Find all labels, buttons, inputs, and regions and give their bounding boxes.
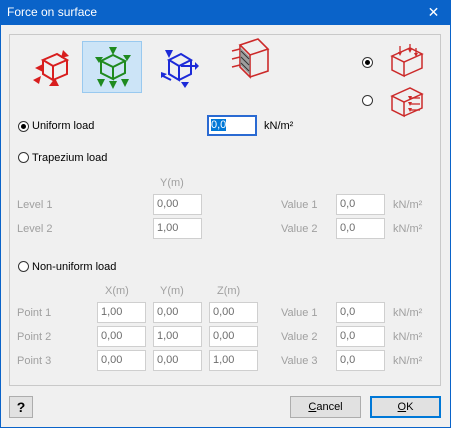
point-2-z-input[interactable]: 0,00	[209, 326, 258, 347]
point-1-x-input[interactable]: 1,00	[97, 302, 146, 323]
point-2-unit: kN/m²	[393, 331, 423, 343]
load-type-green-button[interactable]	[82, 41, 142, 93]
trapezium-y-header: Y(m)	[160, 177, 184, 189]
point-2-value-input[interactable]: 0,0	[336, 326, 385, 347]
point-3-y-input[interactable]: 0,00	[153, 350, 202, 371]
title-bar: Force on surface ✕	[0, 0, 451, 25]
level-2-value-input[interactable]: 0,0	[336, 218, 385, 239]
x-header: X(m)	[105, 285, 129, 297]
y-header: Y(m)	[160, 285, 184, 297]
point-1-unit: kN/m²	[393, 307, 423, 319]
point-1-value-input[interactable]: 0,0	[336, 302, 385, 323]
non-uniform-load-label: Non-uniform load	[32, 261, 117, 273]
red-force-cube-icon	[33, 50, 70, 86]
point-3-value-label: Value 3	[281, 355, 318, 367]
surface-load-top-icon	[390, 44, 424, 78]
point-3-unit: kN/m²	[393, 355, 423, 367]
uniform-load-label: Uniform load	[32, 120, 95, 132]
point-3-z-input[interactable]: 1,00	[209, 350, 258, 371]
surface-load-side-icon	[390, 87, 424, 118]
point-3-value-input[interactable]: 0,0	[336, 350, 385, 371]
trapezium-load-radio[interactable]	[18, 152, 29, 163]
non-uniform-load-radio[interactable]	[18, 261, 29, 272]
uniform-load-radio[interactable]	[18, 121, 29, 132]
load-type-red-button[interactable]	[23, 41, 83, 93]
point-2-x-input[interactable]: 0,00	[97, 326, 146, 347]
point-2-value-label: Value 2	[281, 331, 318, 343]
level-2-label: Level 2	[17, 223, 53, 235]
point-1-label: Point 1	[17, 307, 52, 319]
point-1-value-label: Value 1	[281, 307, 318, 319]
help-button[interactable]: ?	[9, 396, 33, 418]
level-1-label: Level 1	[17, 199, 53, 211]
point-3-x-input[interactable]: 0,00	[97, 350, 146, 371]
ok-button[interactable]: OK	[370, 396, 441, 418]
level-1-value-input[interactable]: 0,0	[336, 194, 385, 215]
level-2-unit: kN/m²	[393, 223, 423, 235]
trapezium-load-label: Trapezium load	[32, 152, 108, 164]
uniform-unit: kN/m²	[264, 120, 294, 132]
point-2-label: Point 2	[17, 331, 52, 343]
window-title: Force on surface	[7, 5, 98, 19]
direction-side-radio[interactable]	[362, 95, 373, 106]
level-1-y-input[interactable]: 0,00	[153, 194, 202, 215]
z-header: Z(m)	[217, 285, 241, 297]
uniform-load-input[interactable]: 0,0	[207, 115, 257, 136]
cancel-button[interactable]: Cancel	[290, 396, 361, 418]
blue-force-cube-icon	[161, 50, 199, 88]
value-1-label: Value 1	[281, 199, 318, 211]
level-2-y-input[interactable]: 1,00	[153, 218, 202, 239]
face-load-cube-icon	[231, 38, 270, 79]
point-2-y-input[interactable]: 1,00	[153, 326, 202, 347]
direction-top-radio[interactable]	[362, 57, 373, 68]
value-2-label: Value 2	[281, 223, 318, 235]
load-type-face-button[interactable]	[220, 38, 280, 93]
close-icon[interactable]: ✕	[416, 0, 451, 25]
green-force-cube-icon	[95, 47, 131, 89]
point-3-label: Point 3	[17, 355, 52, 367]
load-type-blue-button[interactable]	[149, 41, 209, 93]
point-1-y-input[interactable]: 0,00	[153, 302, 202, 323]
point-1-z-input[interactable]: 0,00	[209, 302, 258, 323]
level-1-unit: kN/m²	[393, 199, 423, 211]
